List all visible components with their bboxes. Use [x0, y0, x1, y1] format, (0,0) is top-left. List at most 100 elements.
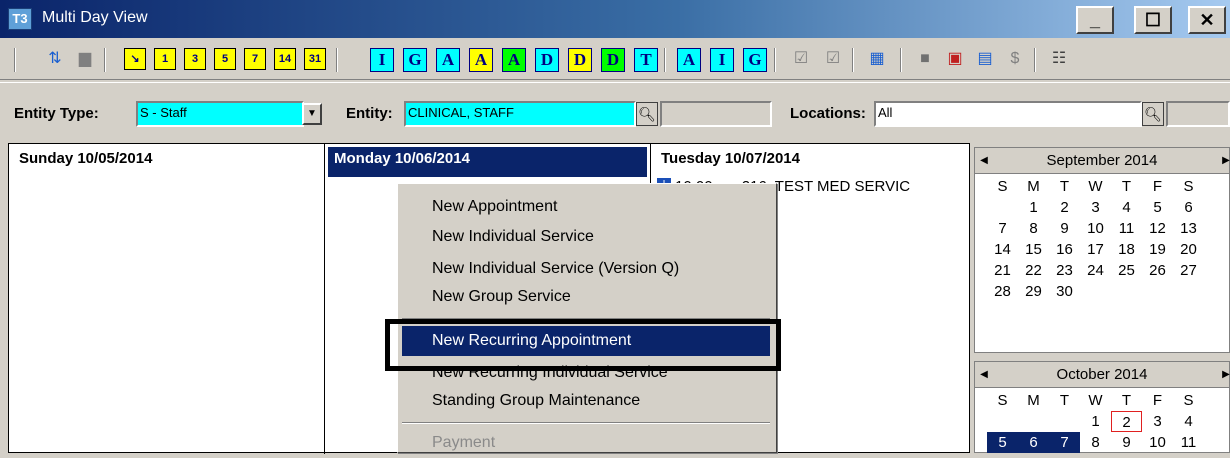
view-3-day-button[interactable]: 3 [184, 48, 206, 70]
calendar-day[interactable]: 30 [1049, 281, 1080, 302]
calendar-october: ◀ October 2014 ▶ S M T W T F S 1 2 3 4 5 6 7 8 9 10 11 [974, 361, 1230, 453]
appointment-button[interactable]: A [436, 48, 460, 72]
calendar-day[interactable]: 5 [1142, 197, 1173, 218]
toolbar-separator [104, 48, 106, 72]
calendar-day[interactable]: 22 [1018, 260, 1049, 281]
locations-secondary-field[interactable] [1166, 101, 1230, 127]
check-icon[interactable]: ☑ [790, 48, 812, 70]
i-filter-button[interactable]: I [710, 48, 734, 72]
prev-month-icon[interactable]: ◀ [977, 148, 991, 174]
t-button[interactable]: T [634, 48, 658, 72]
calendar-day[interactable]: 19 [1142, 239, 1173, 260]
chevron-down-icon[interactable]: ▼ [302, 103, 322, 125]
refresh-icon[interactable]: ⇅ [44, 48, 66, 70]
view-7-day-button[interactable]: 7 [244, 48, 266, 70]
calendar-header: ◀ September 2014 ▶ [975, 148, 1230, 174]
calendar-day[interactable]: 4 [1111, 197, 1142, 218]
view-14-day-button[interactable]: 14 [274, 48, 296, 70]
entity-secondary-field[interactable] [660, 101, 772, 127]
calendar-day[interactable]: 9 [1111, 432, 1142, 453]
minimize-button[interactable]: _ [1076, 6, 1114, 34]
calendar-day[interactable]: 14 [987, 239, 1018, 260]
calendar-day[interactable]: 8 [1080, 432, 1111, 453]
calendar-day[interactable]: 7 [1049, 432, 1080, 453]
prev-month-icon[interactable]: ◀ [977, 362, 991, 388]
calendar-day[interactable]: 3 [1142, 411, 1173, 432]
next-month-icon[interactable]: ▶ [1219, 362, 1230, 388]
calendar-day[interactable]: 6 [1173, 197, 1204, 218]
menu-item-new-group-service[interactable]: New Group Service [402, 282, 770, 312]
schedule-icon[interactable]: ▤ [974, 48, 996, 70]
day-header-selected[interactable]: Monday 10/06/2014 [328, 147, 647, 177]
calendar-day[interactable]: 29 [1018, 281, 1049, 302]
calendar-day[interactable]: 4 [1173, 411, 1204, 432]
menu-item-standing-group-maintenance[interactable]: Standing Group Maintenance [402, 386, 770, 416]
locations-field[interactable]: All [874, 101, 1142, 127]
d-yellow-button[interactable]: D [568, 48, 592, 72]
appointment-green-button[interactable]: A [502, 48, 526, 72]
entity-type-select[interactable]: S - Staff [136, 101, 304, 127]
a-filter-button[interactable]: A [677, 48, 701, 72]
view-5-day-button[interactable]: 5 [214, 48, 236, 70]
calendar-day[interactable]: 1 [1080, 411, 1111, 432]
menu-item-new-individual-service[interactable]: New Individual Service [402, 222, 770, 252]
calendar-day[interactable]: 20 [1173, 239, 1204, 260]
calendar-day[interactable]: 11 [1111, 218, 1142, 239]
calendar-day[interactable]: 21 [987, 260, 1018, 281]
calendar-day[interactable]: 17 [1080, 239, 1111, 260]
view-1-day-button[interactable]: 1 [154, 48, 176, 70]
calendar-day[interactable]: 2 [1049, 197, 1080, 218]
calendar-day[interactable]: 12 [1142, 218, 1173, 239]
search-icon[interactable]: 🔍︎ [636, 102, 658, 126]
calendar-day[interactable]: 2 [1111, 411, 1142, 432]
appointment-yellow-button[interactable]: A [469, 48, 493, 72]
day-header[interactable]: Sunday 10/05/2014 [9, 144, 324, 174]
calendar-day[interactable]: 1 [1018, 197, 1049, 218]
calendar-day[interactable]: 7 [987, 218, 1018, 239]
calendar-day[interactable]: 23 [1049, 260, 1080, 281]
individual-service-button[interactable]: I [370, 48, 394, 72]
calendar-grid: S M T W T F S 1 2 3 4 5 6 7 8 9 10 11 [975, 388, 1229, 453]
report-icon[interactable]: ▣ [944, 48, 966, 70]
calendar-day[interactable]: 10 [1080, 218, 1111, 239]
group-service-button[interactable]: G [403, 48, 427, 72]
calendar-day[interactable]: 5 [987, 432, 1018, 453]
print-icon[interactable]: ▆ [74, 48, 96, 70]
calendar-day[interactable]: 24 [1080, 260, 1111, 281]
entity-field[interactable]: CLINICAL, STAFF [404, 101, 636, 127]
next-month-icon[interactable]: ▶ [1219, 148, 1230, 174]
view-31-day-button[interactable]: 31 [304, 48, 326, 70]
check-icon[interactable]: ☑ [822, 48, 844, 70]
calendar-day[interactable]: 15 [1018, 239, 1049, 260]
calendar-day[interactable]: 28 [987, 281, 1018, 302]
g-filter-button[interactable]: G [743, 48, 767, 72]
day-header[interactable]: Tuesday 10/07/2014 [651, 144, 971, 174]
billing-icon[interactable]: $ [1004, 48, 1026, 70]
day-column-sunday[interactable]: Sunday 10/05/2014 [9, 144, 325, 454]
d-button[interactable]: D [535, 48, 559, 72]
today-icon[interactable]: ↘ [124, 48, 146, 70]
calendar-day[interactable]: 26 [1142, 260, 1173, 281]
calendar-day[interactable]: 3 [1080, 197, 1111, 218]
calendar-day[interactable]: 16 [1049, 239, 1080, 260]
menu-item-new-appointment[interactable]: New Appointment [402, 192, 770, 222]
calendar-day[interactable]: 11 [1173, 432, 1204, 453]
d-green-button[interactable]: D [601, 48, 625, 72]
calendar-day[interactable]: 10 [1142, 432, 1173, 453]
calendar-day[interactable]: 27 [1173, 260, 1204, 281]
toolbar-separator [336, 48, 338, 72]
calendar-day[interactable]: 13 [1173, 218, 1204, 239]
calendar-day[interactable]: 9 [1049, 218, 1080, 239]
menu-item-new-individual-service-version-q[interactable]: New Individual Service (Version Q) [402, 254, 770, 284]
block-icon[interactable]: ■ [914, 48, 936, 70]
properties-icon[interactable]: ☷ [1048, 48, 1070, 70]
maximize-button[interactable]: ☐ [1134, 6, 1172, 34]
calendar-day[interactable]: 18 [1111, 239, 1142, 260]
calendar-icon[interactable]: ▦ [866, 48, 888, 70]
search-icon[interactable]: 🔍︎ [1142, 102, 1164, 126]
calendar-day[interactable]: 25 [1111, 260, 1142, 281]
close-button[interactable]: ✕ [1188, 6, 1226, 34]
entity-type-label: Entity Type: [14, 105, 99, 122]
calendar-day[interactable]: 8 [1018, 218, 1049, 239]
calendar-day[interactable]: 6 [1018, 432, 1049, 453]
